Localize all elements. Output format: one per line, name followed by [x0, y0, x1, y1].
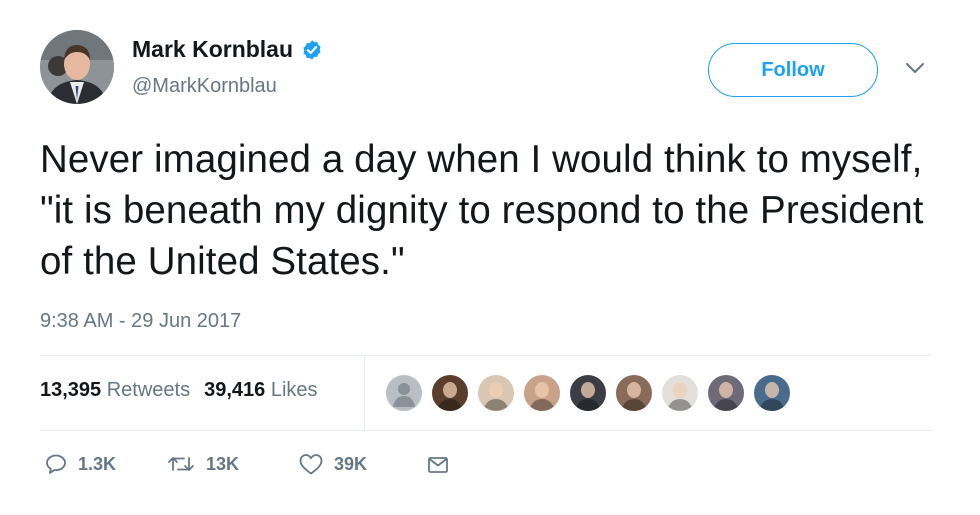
- divider: [40, 355, 932, 356]
- likes-stat[interactable]: 39,416 Likes: [204, 379, 317, 401]
- retweet-action[interactable]: 13K: [166, 452, 239, 476]
- verified-icon: [303, 39, 321, 60]
- liker-avatar[interactable]: [569, 374, 607, 412]
- liker-avatar[interactable]: [477, 374, 515, 412]
- liker-avatar[interactable]: [431, 374, 469, 412]
- retweets-label: Retweets: [106, 379, 191, 401]
- liker-avatar[interactable]: [523, 374, 561, 412]
- divider: [40, 430, 932, 431]
- like-count: 39K: [334, 453, 368, 474]
- author-name[interactable]: Mark Kornblau: [132, 36, 293, 63]
- reply-count: 1.3K: [78, 453, 117, 474]
- like-action[interactable]: 39K: [298, 452, 367, 476]
- likes-count: 39,416: [204, 379, 266, 401]
- author-name-row[interactable]: Mark Kornblau: [132, 36, 323, 63]
- tweet-stats: 13,395 Retweets 39,416 Likes: [40, 379, 318, 402]
- reply-action[interactable]: 1.3K: [44, 452, 116, 476]
- retweets-count: 13,395: [40, 379, 102, 401]
- reply-icon: [46, 454, 66, 474]
- retweet-icon: [168, 457, 194, 471]
- likes-label: Likes: [270, 379, 318, 401]
- liker-avatar[interactable]: [615, 374, 653, 412]
- liker-avatar[interactable]: [661, 374, 699, 412]
- avatar-photo: [40, 30, 114, 104]
- tweet-timestamp[interactable]: 9:38 AM - 29 Jun 2017: [40, 310, 241, 333]
- retweets-stat[interactable]: 13,395 Retweets: [40, 379, 190, 401]
- follow-button[interactable]: Follow: [708, 43, 878, 97]
- message-action[interactable]: [426, 452, 450, 476]
- heart-icon: [299, 454, 323, 475]
- tweet-text: Never imagined a day when I would think …: [40, 138, 924, 283]
- message-icon: [428, 457, 448, 473]
- author-avatar[interactable]: [40, 30, 114, 104]
- chevron-down-icon[interactable]: [904, 60, 926, 76]
- author-handle[interactable]: @MarkKornblau: [132, 75, 277, 98]
- liker-avatar[interactable]: [385, 374, 423, 412]
- retweet-count: 13K: [206, 453, 240, 474]
- stats-divider: [364, 356, 365, 430]
- liker-avatar[interactable]: [707, 374, 745, 412]
- liker-avatar[interactable]: [753, 374, 791, 412]
